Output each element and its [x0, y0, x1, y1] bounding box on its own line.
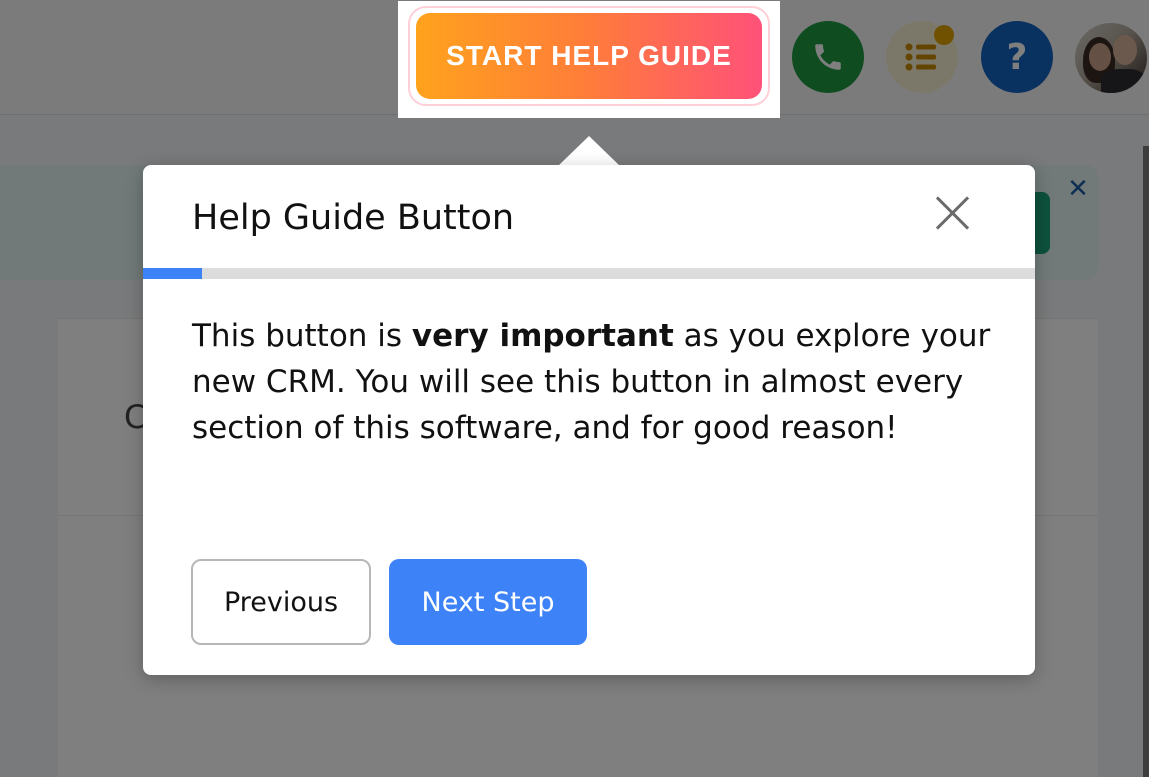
avatar[interactable] — [1075, 23, 1147, 93]
help-button[interactable]: ? — [981, 21, 1053, 93]
phone-button[interactable] — [792, 21, 864, 93]
tour-progress-fill — [143, 268, 202, 279]
tour-progress-bar — [143, 268, 1035, 279]
help-icon: ? — [1006, 36, 1028, 78]
next-step-button[interactable]: Next Step — [389, 559, 587, 645]
body-text: This button is — [192, 318, 412, 354]
scrollbar[interactable] — [1143, 146, 1149, 777]
tour-popover: Help Guide Button This button is very im… — [143, 165, 1035, 675]
previous-button[interactable]: Previous — [191, 559, 371, 645]
popover-arrow — [558, 136, 620, 166]
notification-dot — [934, 25, 954, 45]
phone-icon — [815, 44, 841, 70]
popover-body: This button is very important as you exp… — [192, 313, 992, 451]
body-emphasis: very important — [411, 318, 674, 354]
alert-close-icon[interactable]: ✕ — [1064, 172, 1092, 206]
tasks-icon — [905, 43, 936, 71]
popover-title: Help Guide Button — [192, 198, 515, 238]
start-help-guide-label: START HELP GUIDE — [416, 13, 762, 99]
close-icon[interactable] — [931, 191, 973, 233]
start-help-guide-button[interactable]: START HELP GUIDE — [408, 6, 770, 106]
